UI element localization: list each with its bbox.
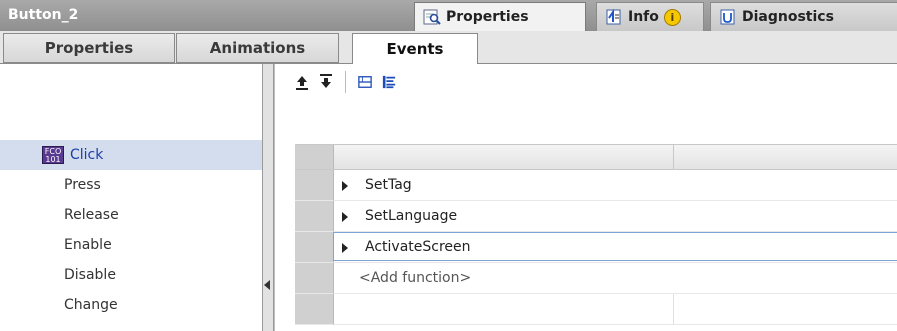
panel-tab-properties[interactable]: Properties bbox=[414, 2, 586, 31]
properties-magnifier-icon bbox=[423, 8, 441, 26]
object-name: Button_2 bbox=[8, 7, 79, 23]
event-item-click[interactable]: FCO 101 Click bbox=[0, 140, 262, 170]
diagnostics-icon bbox=[719, 8, 737, 26]
function-row[interactable]: SetTag bbox=[295, 170, 897, 201]
move-down-icon[interactable] bbox=[319, 74, 333, 90]
function-row[interactable]: ActivateScreen bbox=[295, 232, 897, 263]
row-header[interactable] bbox=[295, 263, 334, 294]
event-item-enable[interactable]: Enable bbox=[0, 230, 262, 260]
move-up-icon[interactable] bbox=[295, 74, 309, 90]
empty-row bbox=[295, 294, 897, 325]
event-item-label: Enable bbox=[64, 237, 112, 253]
function-list-pane: SetTag SetLanguage ActivateScreen <Add f… bbox=[274, 64, 897, 331]
panel-tab-info[interactable]: Info i bbox=[596, 2, 704, 31]
toolbar-separator bbox=[345, 71, 346, 93]
tab-animations[interactable]: Animations bbox=[176, 33, 339, 63]
row-header bbox=[295, 294, 334, 325]
grid-column-divider bbox=[673, 294, 674, 324]
expand-all-icon[interactable] bbox=[382, 74, 396, 90]
panel-tab-diagnostics[interactable]: Diagnostics bbox=[710, 2, 897, 31]
event-item-release[interactable]: Release bbox=[0, 200, 262, 230]
event-item-label: Release bbox=[64, 207, 119, 223]
inspector-titlebar: Button_2 Properties Info i Diagnostics bbox=[0, 0, 897, 32]
row-header[interactable] bbox=[295, 170, 334, 201]
function-row[interactable]: SetLanguage bbox=[295, 201, 897, 232]
event-item-change[interactable]: Change bbox=[0, 290, 262, 320]
function-name: SetLanguage bbox=[365, 208, 458, 224]
event-item-label: Press bbox=[64, 177, 101, 193]
panel-tab-info-label: Info bbox=[628, 9, 659, 25]
grid-header bbox=[295, 144, 897, 170]
row-header[interactable] bbox=[295, 201, 334, 232]
function-toolbar bbox=[275, 64, 897, 100]
row-header[interactable] bbox=[295, 232, 334, 263]
click-event-icon: FCO 101 bbox=[42, 146, 64, 164]
info-badge-icon: i bbox=[663, 8, 681, 26]
pane-splitter[interactable] bbox=[262, 64, 274, 331]
event-item-disable[interactable]: Disable bbox=[0, 260, 262, 290]
add-function-row[interactable]: <Add function> bbox=[295, 263, 897, 294]
expand-arrow-icon[interactable] bbox=[342, 181, 348, 191]
tab-events[interactable]: Events bbox=[352, 33, 478, 65]
add-function-placeholder[interactable]: <Add function> bbox=[359, 270, 471, 286]
event-item-label: Change bbox=[64, 297, 118, 313]
grid-header-rowhead bbox=[295, 145, 334, 169]
event-item-label: Click bbox=[70, 147, 104, 163]
event-list: FCO 101 Click Press Release Enable Disabl… bbox=[0, 64, 262, 331]
event-item-label: Disable bbox=[64, 267, 116, 283]
function-grid: SetTag SetLanguage ActivateScreen <Add f… bbox=[295, 144, 897, 325]
expand-arrow-icon[interactable] bbox=[342, 212, 348, 222]
function-name: SetTag bbox=[365, 177, 412, 193]
collapse-left-icon[interactable] bbox=[264, 280, 270, 290]
function-name: ActivateScreen bbox=[365, 239, 471, 255]
event-item-press[interactable]: Press bbox=[0, 170, 262, 200]
collapse-all-icon[interactable] bbox=[358, 74, 372, 90]
tab-properties[interactable]: Properties bbox=[3, 33, 175, 63]
expand-arrow-icon[interactable] bbox=[342, 243, 348, 253]
info-icon bbox=[605, 8, 623, 26]
grid-column-divider[interactable] bbox=[673, 145, 674, 169]
inspector-tabbar: Properties Animations Events bbox=[0, 31, 897, 65]
panel-tab-properties-label: Properties bbox=[446, 9, 529, 25]
panel-tab-diagnostics-label: Diagnostics bbox=[742, 9, 834, 25]
